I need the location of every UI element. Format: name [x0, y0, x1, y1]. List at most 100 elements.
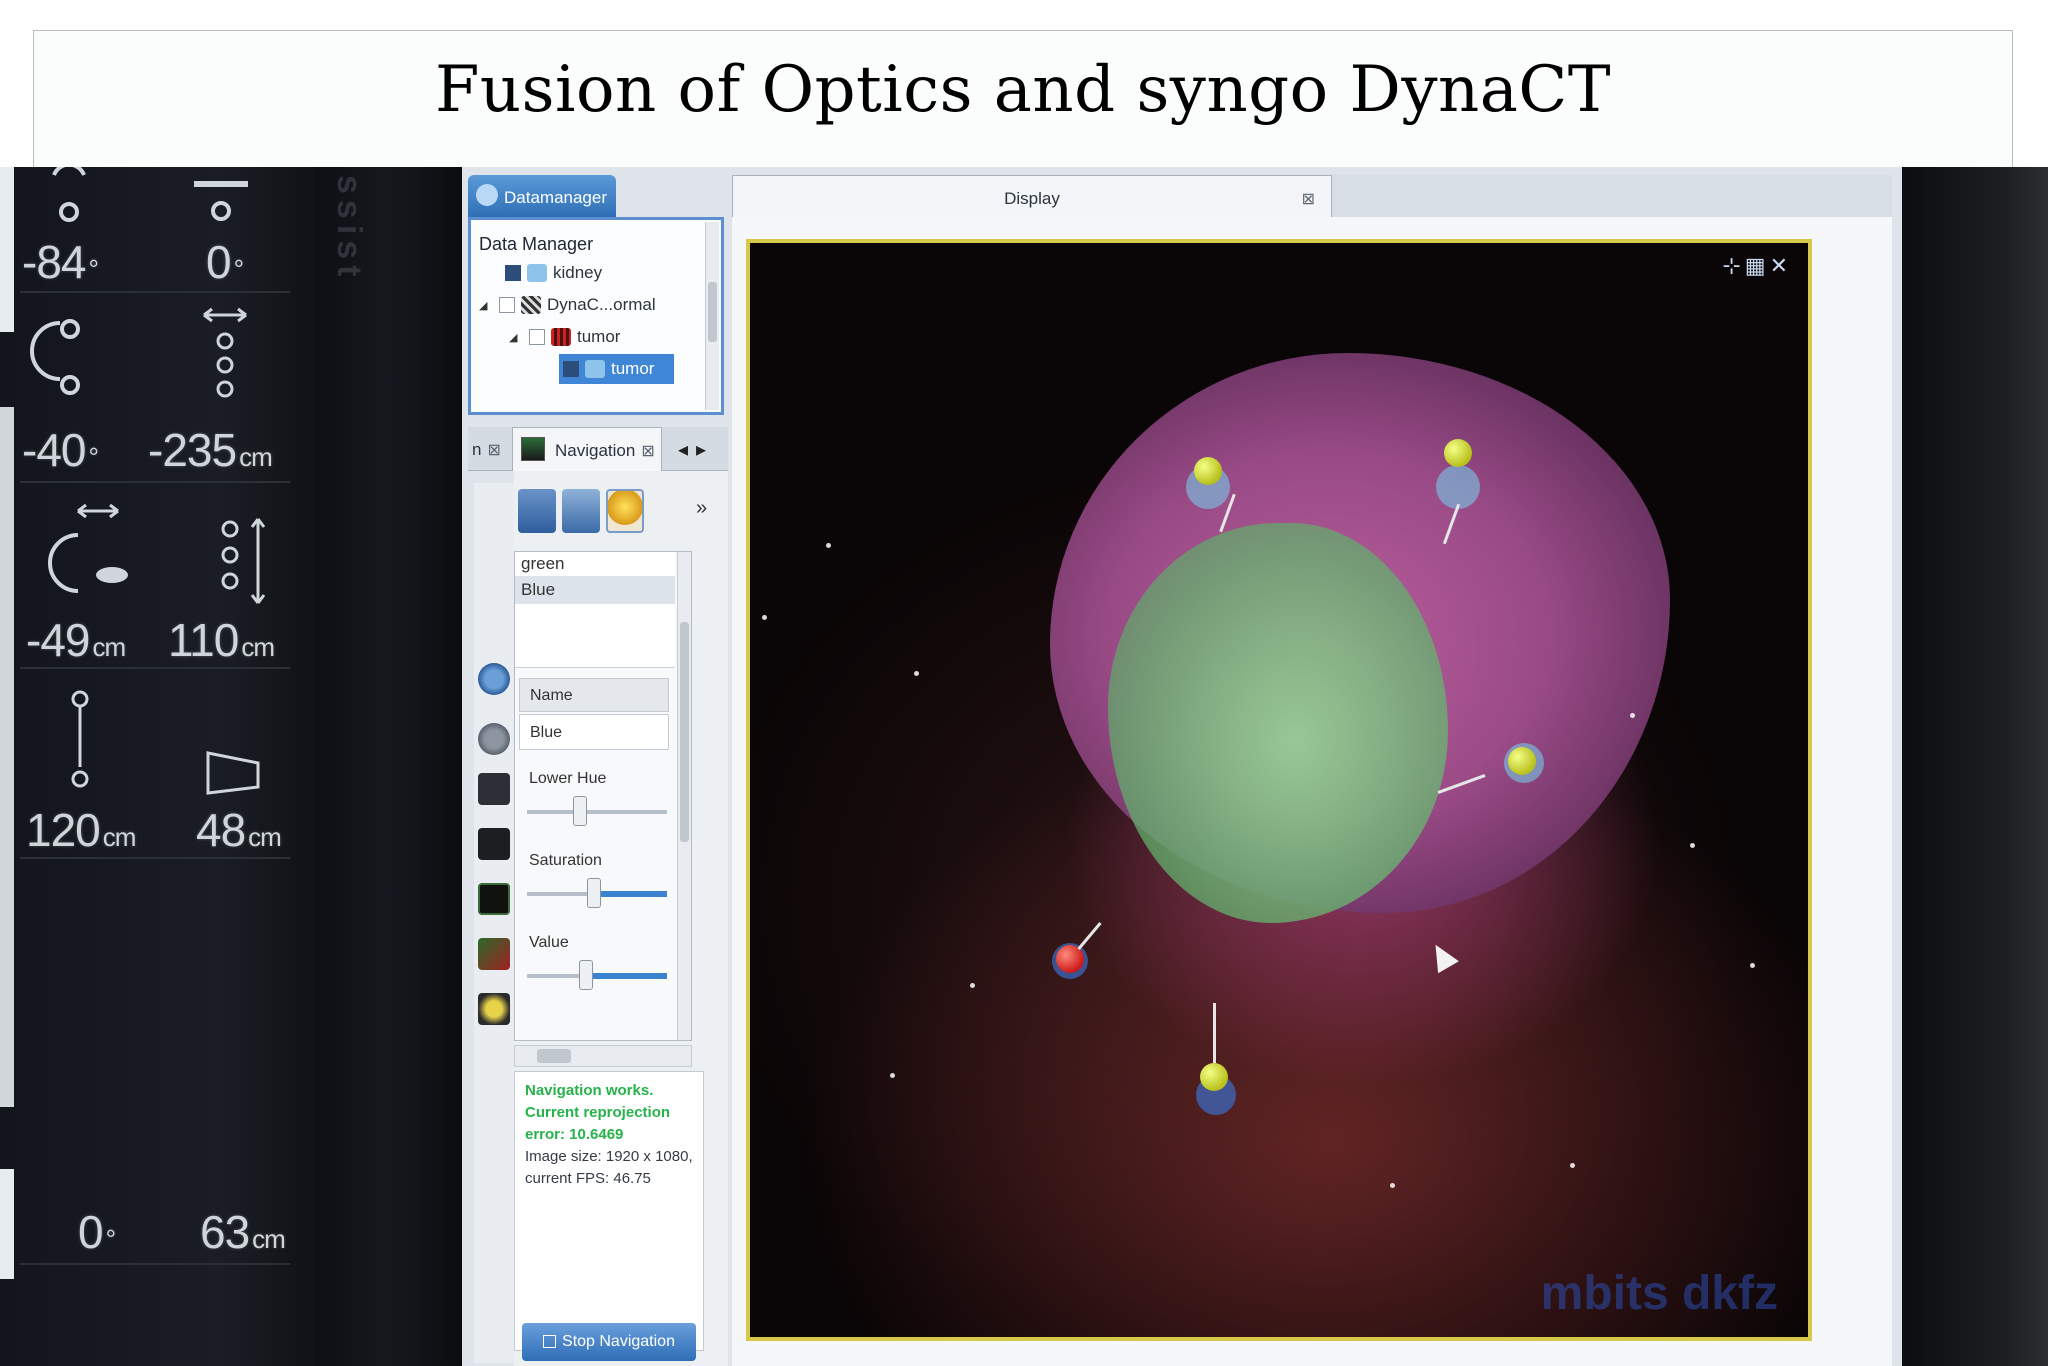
stop-navigation-button[interactable]: Stop Navigation [522, 1323, 696, 1361]
help-icon[interactable] [478, 663, 510, 695]
stop-navigation-label: Stop Navigation [562, 1333, 675, 1350]
surface-icon [585, 360, 605, 378]
name-header: Name [519, 678, 669, 712]
navigation-icon [521, 437, 545, 461]
settings-scrollbar[interactable] [677, 552, 691, 1040]
datamanager-icon [476, 184, 498, 206]
fiducial-marker[interactable] [1444, 439, 1472, 467]
specular-highlight [762, 615, 767, 620]
marker-ring [1436, 465, 1480, 509]
monitor-bezel [315, 167, 460, 1366]
data-manager-title: Data Manager [479, 234, 594, 254]
readout-distance-2: 48 cm [196, 804, 282, 856]
table-tilt-icon [192, 171, 252, 226]
tree-item-tumor-surface[interactable]: tumor [559, 354, 675, 384]
slide-title-box: Fusion of Optics and syngo DynaCT [33, 30, 2013, 168]
lower-hue-slider[interactable] [527, 796, 667, 826]
camera-icon[interactable] [478, 773, 510, 805]
tab-datamanager[interactable]: Datamanager [468, 175, 616, 217]
list-item-blue[interactable]: Blue [515, 576, 675, 604]
navigation-plugin-panel: » green Blue Name Blue Lower Hue Saturat… [514, 471, 728, 1366]
slider-knob[interactable] [587, 878, 602, 908]
close-icon[interactable]: ⊠ [1302, 189, 1315, 209]
data-manager-scrollbar[interactable] [705, 222, 719, 410]
scrollbar-thumb[interactable] [537, 1049, 571, 1063]
open-icon[interactable] [518, 489, 556, 533]
name-field[interactable]: Blue [519, 714, 669, 750]
view-options-icon[interactable]: ⊹▦✕ [1722, 253, 1792, 279]
watermark: mbits dkfz [1540, 1267, 1778, 1320]
slider-knob[interactable] [573, 796, 588, 826]
expand-arrow-icon[interactable]: ◢ [509, 331, 521, 344]
navigation-software-screen: Datamanager Data Manager kidney ◢ DynaC.… [462, 167, 1902, 1366]
visibility-checkbox[interactable] [505, 265, 521, 281]
color-settings-box: green Blue Name Blue Lower Hue Saturatio… [514, 551, 692, 1041]
chevron-left-icon[interactable]: ◂ [678, 439, 696, 461]
mouse-cursor [1425, 938, 1459, 974]
lightbulb-icon[interactable] [606, 489, 644, 533]
scrollbar-thumb[interactable] [708, 282, 717, 342]
saturation-slider[interactable] [527, 878, 667, 908]
color-list[interactable]: green Blue [515, 552, 675, 668]
specular-highlight [826, 543, 831, 548]
close-icon[interactable]: ⊠ [641, 443, 654, 460]
more-icon[interactable]: » [696, 497, 707, 520]
tracker-icon[interactable] [478, 993, 510, 1025]
row-divider [20, 481, 290, 483]
visibility-checkbox[interactable] [499, 297, 515, 313]
status-info: Image size: 1920 x 1080, current FPS: 46… [525, 1148, 693, 1187]
tree-item-tumor-segmentation[interactable]: ◢ tumor [509, 322, 620, 352]
monitor-edge-glow [0, 167, 14, 332]
tab-partial[interactable]: n ⊠ [472, 427, 512, 471]
tree-item-label: kidney [553, 263, 603, 282]
fiducial-marker[interactable] [1194, 457, 1222, 485]
tree-item-dynact[interactable]: ◢ DynaC...ormal [479, 290, 656, 320]
c-arm-readout-monitor: -84 ° 0 ° -40 ° -235 cm -49 cm 110 cm 120 cm 48… [0, 167, 315, 1366]
navigation-status: Navigation works. Current reprojection e… [514, 1071, 704, 1351]
height-axis-icon [200, 307, 250, 407]
close-icon[interactable]: ⊠ [487, 442, 500, 459]
endoscopic-video-view[interactable]: ⊹▦✕ mbits dkfz [746, 239, 1812, 1341]
tab-navigation-label: Navigation [555, 441, 636, 460]
value-slider[interactable] [527, 960, 667, 990]
plugin-tab-strip: n ⊠ Navigation ⊠ ◂▸ [468, 427, 728, 471]
lower-hue-label: Lower Hue [529, 770, 607, 787]
monitor-edge-glow [0, 1169, 14, 1279]
tab-display[interactable]: Display ⊠ [732, 175, 1332, 217]
marker-stem [1213, 1003, 1216, 1063]
tree-item-label: tumor [611, 359, 655, 378]
overlay-thumbnail-icon[interactable] [478, 938, 510, 970]
row-divider [20, 857, 290, 859]
tab-partial-label: n [472, 440, 482, 459]
horizontal-scrollbar[interactable] [514, 1045, 692, 1067]
stop-icon [543, 1335, 557, 1348]
tree-item-label: tumor [577, 327, 621, 346]
slide-title: Fusion of Optics and syngo DynaCT [435, 53, 1611, 127]
settings-icon[interactable] [478, 723, 510, 755]
readout-angle-1: -84 ° [22, 236, 99, 288]
gantry-rotation-icon [44, 167, 94, 227]
saturation-label: Saturation [529, 852, 602, 869]
fiducial-marker[interactable] [1508, 747, 1536, 775]
tree-item-kidney[interactable]: kidney [493, 258, 602, 288]
tab-navigation[interactable]: Navigation ⊠ [512, 427, 662, 471]
view-thumbnail-icon[interactable] [478, 828, 510, 860]
volume-icon [521, 296, 541, 314]
visibility-checkbox[interactable] [529, 329, 545, 345]
load-icon[interactable] [562, 489, 600, 533]
slider-knob[interactable] [578, 960, 593, 990]
surface-icon [527, 264, 547, 282]
tab-scroll-arrows[interactable]: ◂▸ [678, 437, 714, 462]
fiducial-marker[interactable] [1200, 1063, 1228, 1091]
scrollbar-thumb[interactable] [680, 622, 689, 842]
display-tab-bar: Display ⊠ [732, 175, 1892, 217]
tab-display-label: Display [1004, 189, 1060, 208]
specular-highlight [1750, 963, 1755, 968]
expand-arrow-icon[interactable]: ◢ [479, 299, 491, 312]
specular-highlight [970, 983, 975, 988]
list-item-green[interactable]: green [521, 554, 564, 574]
video-thumbnail-icon[interactable] [478, 883, 510, 915]
chevron-right-icon[interactable]: ▸ [696, 439, 714, 461]
row-divider [20, 1263, 290, 1265]
visibility-checkbox[interactable] [563, 361, 579, 377]
